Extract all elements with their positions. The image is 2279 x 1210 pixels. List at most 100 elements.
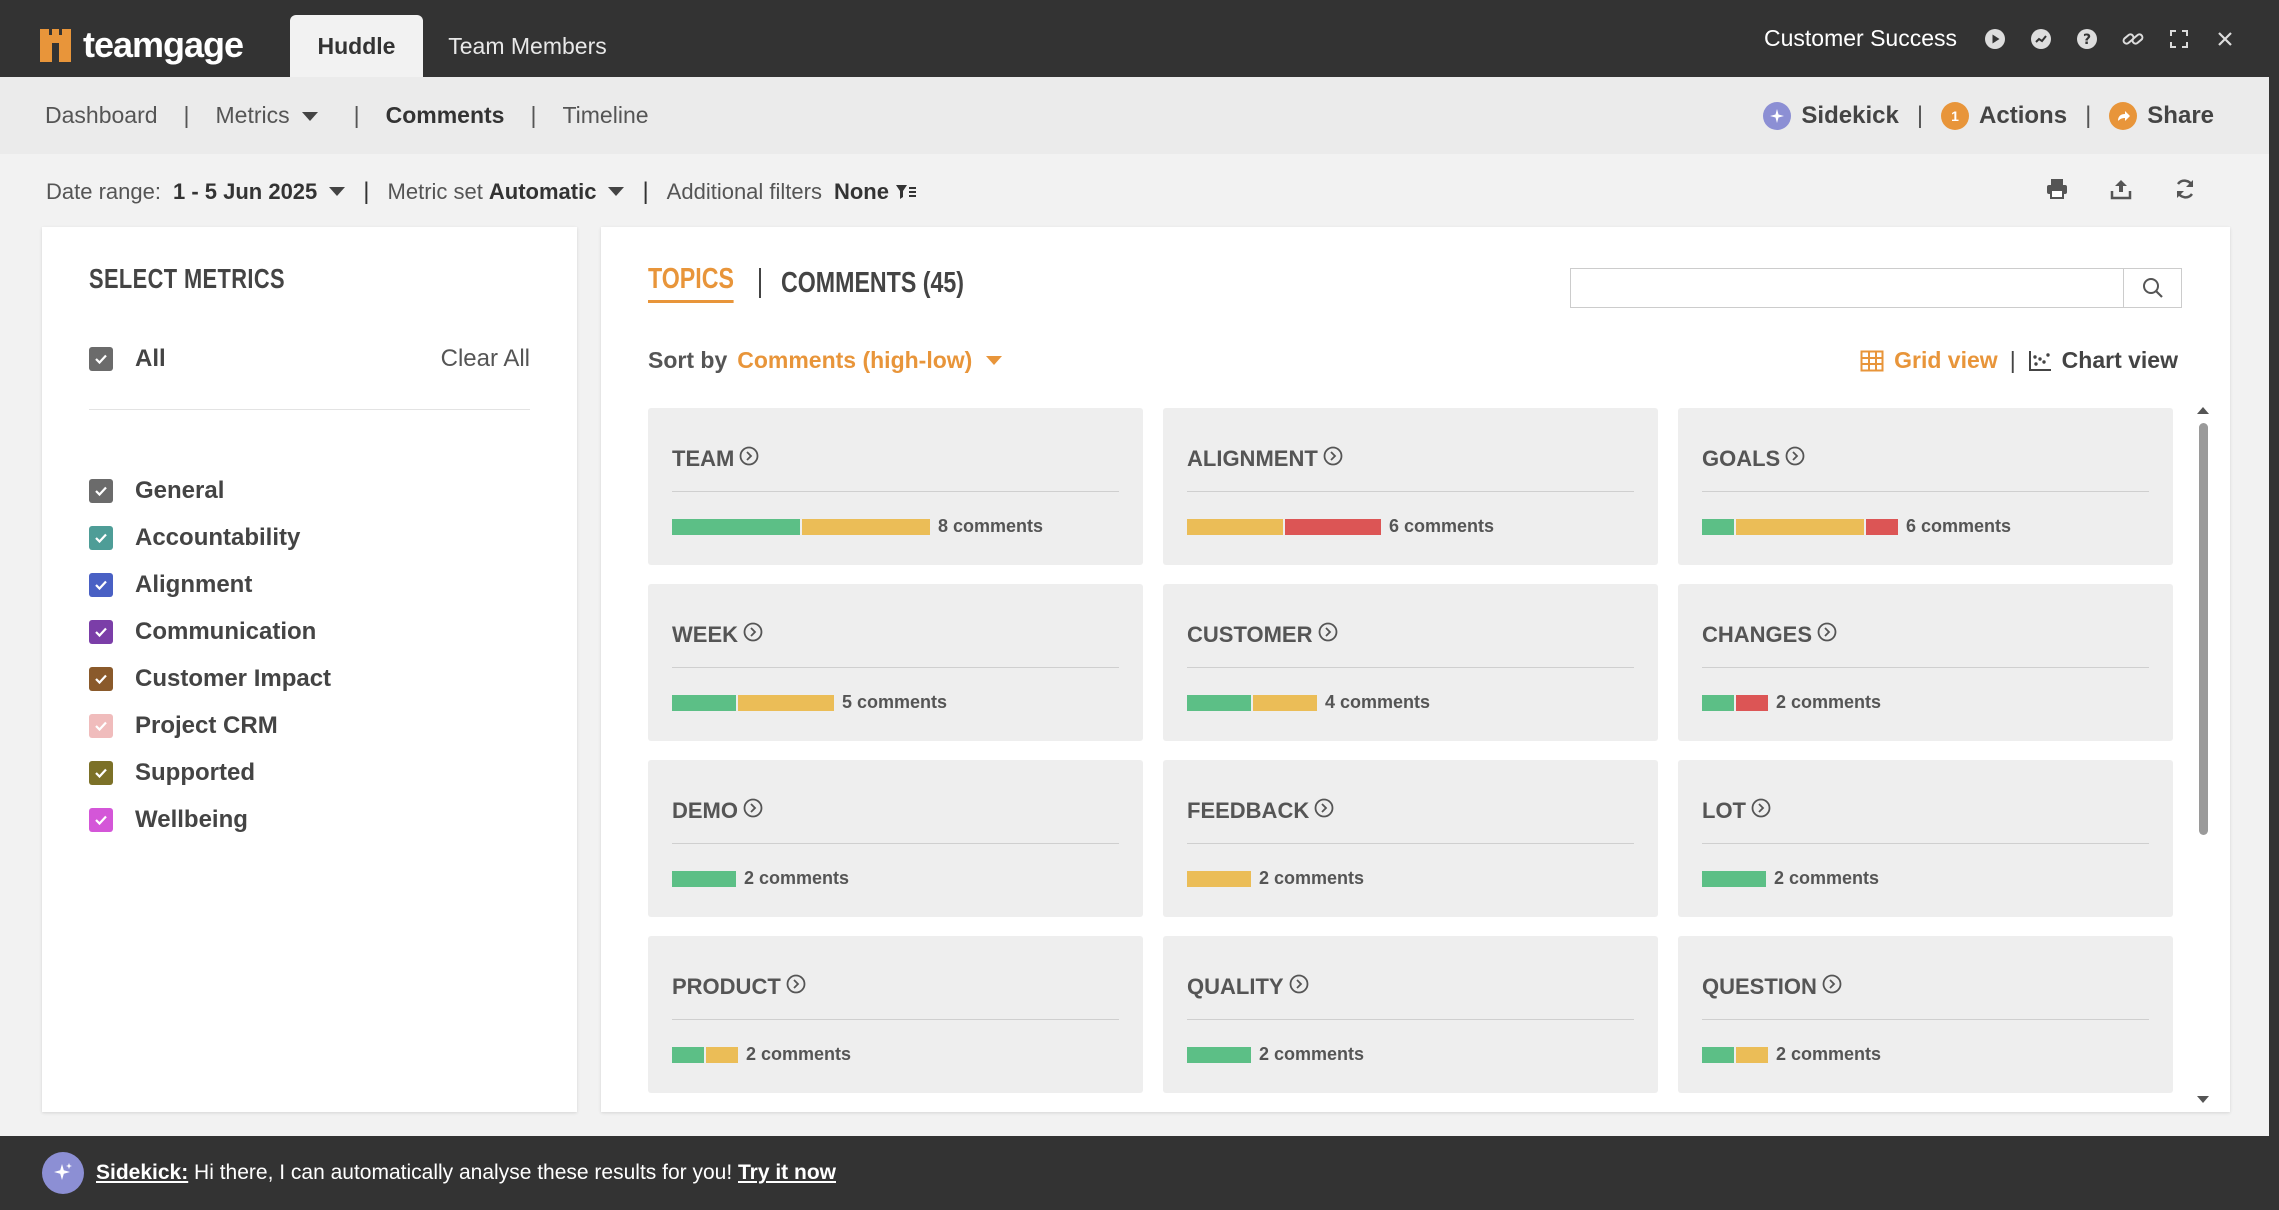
search-button[interactable] (2123, 269, 2181, 307)
sentiment-segment-positive (1702, 694, 1734, 711)
metric-item[interactable]: Wellbeing (89, 796, 331, 843)
metric-item[interactable]: General (89, 467, 331, 514)
nav-links: Dashboard | Metrics | Comments | Timelin… (45, 77, 649, 154)
topic-card[interactable]: ALIGNMENT 6 comments (1163, 408, 1658, 565)
tab-topics[interactable]: TOPICS (648, 263, 734, 303)
try-it-now-link[interactable]: Try it now (738, 1161, 836, 1184)
topic-card[interactable]: CHANGES 2 comments (1678, 584, 2173, 741)
topic-card[interactable]: WEEK 5 comments (648, 584, 1143, 741)
topic-title-text: TEAM (672, 446, 735, 471)
metric-item[interactable]: Alignment (89, 561, 331, 608)
scroll-up-icon[interactable] (2196, 405, 2210, 415)
topic-card[interactable]: GOALS 6 comments (1678, 408, 2173, 565)
metric-label: Supported (135, 758, 255, 786)
sentiment-segment-neutral (802, 518, 930, 535)
nav-dashboard[interactable]: Dashboard (45, 102, 158, 129)
topic-card[interactable]: CUSTOMER 4 comments (1163, 584, 1658, 741)
chevron-circle-icon[interactable] (786, 974, 806, 1000)
topic-title-text: CHANGES (1702, 622, 1813, 647)
all-row: All Clear All (89, 345, 530, 373)
chevron-circle-icon[interactable] (1289, 974, 1309, 1000)
export-icon[interactable] (2109, 177, 2133, 206)
checkbox-checked-icon (89, 619, 113, 644)
comment-count: 2 comments (744, 868, 850, 888)
chart-view-button[interactable]: Chart view (2028, 347, 2178, 374)
link-icon[interactable] (2121, 27, 2145, 51)
fullscreen-icon[interactable] (2167, 27, 2191, 51)
sidekick-icon (42, 1152, 84, 1194)
nav-metrics[interactable]: Metrics (216, 102, 318, 129)
chevron-circle-icon[interactable] (1314, 798, 1334, 824)
metric-label: Communication (135, 617, 317, 645)
sort-select[interactable]: Comments (high-low) (737, 347, 1003, 374)
tab-team-members[interactable]: Team Members (440, 15, 615, 77)
sentiment-bar: 6 comments (1187, 516, 1494, 537)
metric-set-select[interactable]: Automatic (489, 179, 625, 205)
close-icon[interactable] (2213, 27, 2237, 51)
print-icon[interactable] (2045, 178, 2069, 205)
sidekick-link[interactable]: Sidekick: (96, 1161, 188, 1184)
chevron-circle-icon[interactable] (743, 622, 763, 648)
view-tabs: TOPICS COMMENTS (45) (648, 263, 1010, 303)
topic-card[interactable]: QUESTION 2 comments (1678, 936, 2173, 1093)
metric-label: General (135, 476, 225, 504)
metric-set-value: Automatic (488, 178, 597, 204)
context-label: Customer Success (1763, 25, 1957, 51)
topic-card[interactable]: PRODUCT 2 comments (648, 936, 1143, 1093)
nav-comments[interactable]: Comments (386, 102, 505, 129)
grid-view-button[interactable]: Grid view (1860, 347, 1998, 374)
refresh-icon[interactable] (2173, 177, 2197, 206)
actions-button[interactable]: 1 Actions (1941, 101, 2067, 130)
checkbox-checked-icon (89, 525, 113, 550)
nav-separator: | (530, 102, 537, 128)
topic-card[interactable]: QUALITY 2 comments (1163, 936, 1658, 1093)
play-icon[interactable] (1983, 27, 2007, 51)
divider (1187, 843, 1634, 844)
clear-all-button[interactable]: Clear All (441, 345, 530, 373)
chevron-circle-icon[interactable] (1785, 446, 1805, 472)
chevron-circle-icon[interactable] (1822, 974, 1842, 1000)
search-icon (2142, 278, 2163, 298)
topic-title-text: PRODUCT (672, 974, 781, 999)
help-icon[interactable]: ? (2075, 27, 2099, 51)
chevron-circle-icon[interactable] (1817, 622, 1837, 648)
comment-count: 2 comments (1776, 692, 1882, 712)
metric-item[interactable]: Customer Impact (89, 655, 331, 702)
metric-item[interactable]: Communication (89, 608, 331, 655)
chat-icon[interactable] (2029, 27, 2053, 51)
date-range-select[interactable]: 1 - 5 Jun 2025 (173, 179, 346, 205)
topic-card[interactable]: FEEDBACK 2 comments (1163, 760, 1658, 917)
chevron-circle-icon[interactable] (1318, 622, 1338, 648)
tab-comments[interactable]: COMMENTS (45) (781, 267, 964, 300)
metric-item[interactable]: Supported (89, 749, 331, 796)
additional-filters-label: Additional filters (666, 178, 822, 204)
scrollbar[interactable] (2196, 405, 2210, 1105)
logo[interactable]: teamgage (40, 24, 244, 66)
sort-row: Sort by Comments (high-low) (648, 347, 1003, 374)
topics-panel: TOPICS COMMENTS (45) Sort by Comments (h… (601, 227, 2230, 1112)
chevron-circle-icon[interactable] (1751, 798, 1771, 824)
sidekick-button[interactable]: Sidekick (1763, 101, 1899, 130)
topic-card[interactable]: TEAM 8 comments (648, 408, 1143, 565)
nav-timeline[interactable]: Timeline (562, 102, 648, 129)
topic-title-text: QUESTION (1702, 974, 1817, 999)
search-input[interactable] (1571, 269, 2121, 307)
scroll-down-icon[interactable] (2196, 1095, 2210, 1105)
chevron-circle-icon[interactable] (743, 798, 763, 824)
sentiment-segment-neutral (1187, 870, 1251, 887)
topic-card[interactable]: DEMO 2 comments (648, 760, 1143, 917)
divider (672, 667, 1119, 668)
all-checkbox[interactable]: All (89, 345, 166, 373)
tab-huddle[interactable]: Huddle (290, 15, 423, 77)
chevron-circle-icon[interactable] (1323, 446, 1343, 472)
topic-title-text: ALIGNMENT (1187, 446, 1318, 471)
topic-card[interactable]: LOT 2 comments (1678, 760, 2173, 917)
additional-filters-select[interactable]: None (834, 179, 917, 205)
metric-item[interactable]: Accountability (89, 514, 331, 561)
caret-down-icon (608, 187, 625, 196)
scroll-thumb[interactable] (2199, 423, 2208, 835)
metric-item[interactable]: Project CRM (89, 702, 331, 749)
svg-text:?: ? (2083, 32, 2091, 48)
share-button[interactable]: Share (2109, 101, 2214, 130)
chevron-circle-icon[interactable] (739, 446, 759, 472)
